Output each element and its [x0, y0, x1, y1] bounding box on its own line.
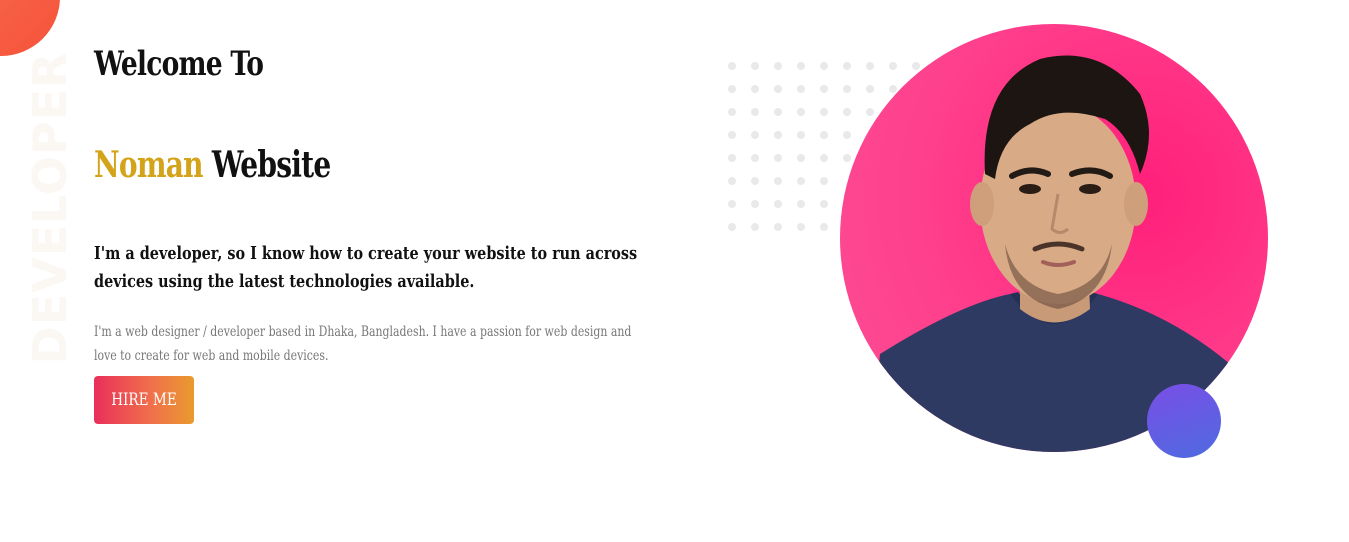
- pattern-dot: [820, 177, 828, 185]
- pattern-dot: [797, 223, 805, 231]
- pattern-dot: [774, 62, 782, 70]
- pattern-dot: [774, 85, 782, 93]
- pattern-dot: [728, 131, 736, 139]
- pattern-dot: [774, 177, 782, 185]
- pattern-dot: [797, 108, 805, 116]
- pattern-dot: [820, 108, 828, 116]
- pattern-dot: [774, 200, 782, 208]
- profile-photo-illustration: [870, 55, 1240, 452]
- pattern-dot: [820, 85, 828, 93]
- hire-me-button[interactable]: HIRE ME: [94, 376, 194, 424]
- pattern-dot: [728, 223, 736, 231]
- ear-left: [970, 182, 994, 226]
- hero-description: I'm a web designer / developer based in …: [94, 324, 632, 364]
- pattern-dot: [820, 154, 828, 162]
- pattern-dot: [728, 62, 736, 70]
- pattern-dot: [820, 200, 828, 208]
- ear-right: [1124, 182, 1148, 226]
- pattern-dot: [774, 131, 782, 139]
- eye-right: [1079, 184, 1101, 194]
- hero-section: DEVELOPER Welcome To Noman Website I'm a…: [0, 0, 1349, 542]
- pattern-dot: [728, 154, 736, 162]
- pattern-dot: [751, 131, 759, 139]
- pattern-dot: [820, 62, 828, 70]
- pattern-dot: [751, 108, 759, 116]
- pattern-dot: [797, 177, 805, 185]
- pattern-dot: [751, 177, 759, 185]
- pattern-dot: [751, 200, 759, 208]
- pattern-dot: [751, 85, 759, 93]
- portrait-container: [840, 24, 1270, 458]
- pattern-dot: [774, 223, 782, 231]
- pattern-dot: [774, 108, 782, 116]
- welcome-heading: Welcome To: [94, 44, 264, 84]
- pattern-dot: [797, 154, 805, 162]
- pattern-dot: [797, 62, 805, 70]
- name-suffix: Website: [211, 144, 331, 186]
- pattern-dot: [797, 200, 805, 208]
- hire-me-label: HIRE ME: [111, 390, 177, 410]
- pattern-dot: [751, 62, 759, 70]
- hero-headline: I'm a developer, so I know how to create…: [94, 243, 638, 292]
- corner-decoration: [0, 0, 60, 56]
- pattern-dot: [728, 108, 736, 116]
- vertical-background-word: DEVELOPER: [23, 51, 77, 365]
- name-heading: Noman Website: [94, 144, 331, 186]
- pattern-dot: [797, 131, 805, 139]
- accent-circle-decoration: [1147, 384, 1221, 458]
- pattern-dot: [728, 85, 736, 93]
- pattern-dot: [728, 200, 736, 208]
- pattern-dot: [751, 154, 759, 162]
- pattern-dot: [774, 154, 782, 162]
- pattern-dot: [820, 131, 828, 139]
- pattern-dot: [728, 177, 736, 185]
- pattern-dot: [820, 223, 828, 231]
- name-accent: Noman: [94, 144, 204, 186]
- profile-photo: [840, 24, 1268, 452]
- eye-left: [1019, 184, 1041, 194]
- pattern-dot: [751, 223, 759, 231]
- pattern-dot: [797, 85, 805, 93]
